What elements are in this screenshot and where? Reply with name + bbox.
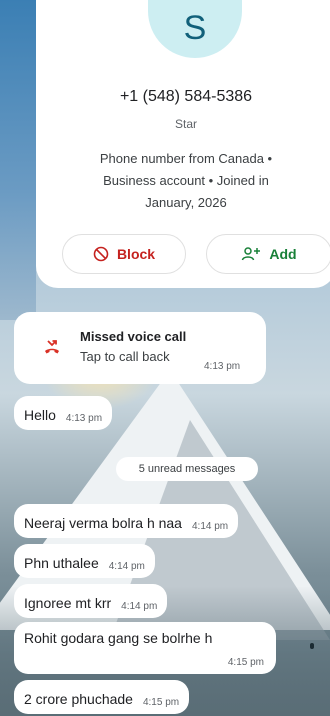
message-time: 4:15 pm xyxy=(142,697,180,708)
scroll-indicator[interactable] xyxy=(310,643,314,649)
message-text: Neeraj verma bolra h naa xyxy=(24,515,182,531)
avatar[interactable]: S xyxy=(148,0,242,58)
message-bubble[interactable]: Ignoree mt krr 4:14 pm xyxy=(14,584,168,618)
unread-messages-divider: 5 unread messages xyxy=(116,457,258,481)
message-time: 4:13 pm xyxy=(204,361,241,372)
contact-info-line: January, 2026 xyxy=(145,195,227,210)
block-icon xyxy=(93,246,109,262)
message-bubble[interactable]: Phn uthalee 4:14 pm xyxy=(14,544,155,578)
contact-info: Phone number from Canada • Business acco… xyxy=(56,148,316,214)
message-text: Phn uthalee xyxy=(24,555,99,571)
message-bubble[interactable]: Hello 4:13 pm xyxy=(14,396,113,430)
wallpaper-sky-strip xyxy=(0,0,36,320)
add-contact-icon xyxy=(241,246,261,262)
message-time: 4:13 pm xyxy=(65,413,103,424)
message-bubble[interactable]: Rohit godara gang se bolrhe h 4:15 pm xyxy=(14,622,276,674)
block-button[interactable]: Block xyxy=(62,234,186,274)
message-bubble[interactable]: 2 crore phuchade 4:15 pm xyxy=(14,680,190,714)
block-button-label: Block xyxy=(116,246,156,262)
message-bubble[interactable]: Neeraj verma bolra h naa 4:14 pm xyxy=(14,504,239,538)
missed-call-icon xyxy=(42,338,62,363)
contact-label: Star xyxy=(174,117,197,131)
add-contact-button[interactable]: Add xyxy=(206,234,330,274)
missed-call-message[interactable]: Missed voice call Tap to call back 4:13 … xyxy=(14,312,266,384)
message-time: 4:14 pm xyxy=(191,521,229,532)
missed-call-title: Missed voice call xyxy=(80,329,187,344)
avatar-letter: S xyxy=(183,9,207,47)
message-time: 4:14 pm xyxy=(121,601,158,612)
message-time: 4:14 pm xyxy=(108,561,145,572)
contact-phone-number: +1 (548) 584-5386 xyxy=(119,88,253,105)
message-text: Ignoree mt krr xyxy=(24,595,112,611)
contact-info-line: Phone number from Canada • xyxy=(99,151,273,166)
message-text: 2 crore phuchade xyxy=(24,691,133,707)
missed-call-subtitle: Tap to call back xyxy=(80,349,170,364)
message-text: Rohit godara gang se bolrhe h xyxy=(24,630,213,646)
contact-profile-card: S +1 (548) 584-5386 Star Phone number fr… xyxy=(36,0,330,288)
contact-info-line: Business account • Joined in xyxy=(103,173,269,188)
add-contact-button-label: Add xyxy=(269,246,297,262)
message-text: Hello xyxy=(24,407,56,423)
message-time: 4:15 pm xyxy=(227,657,264,668)
